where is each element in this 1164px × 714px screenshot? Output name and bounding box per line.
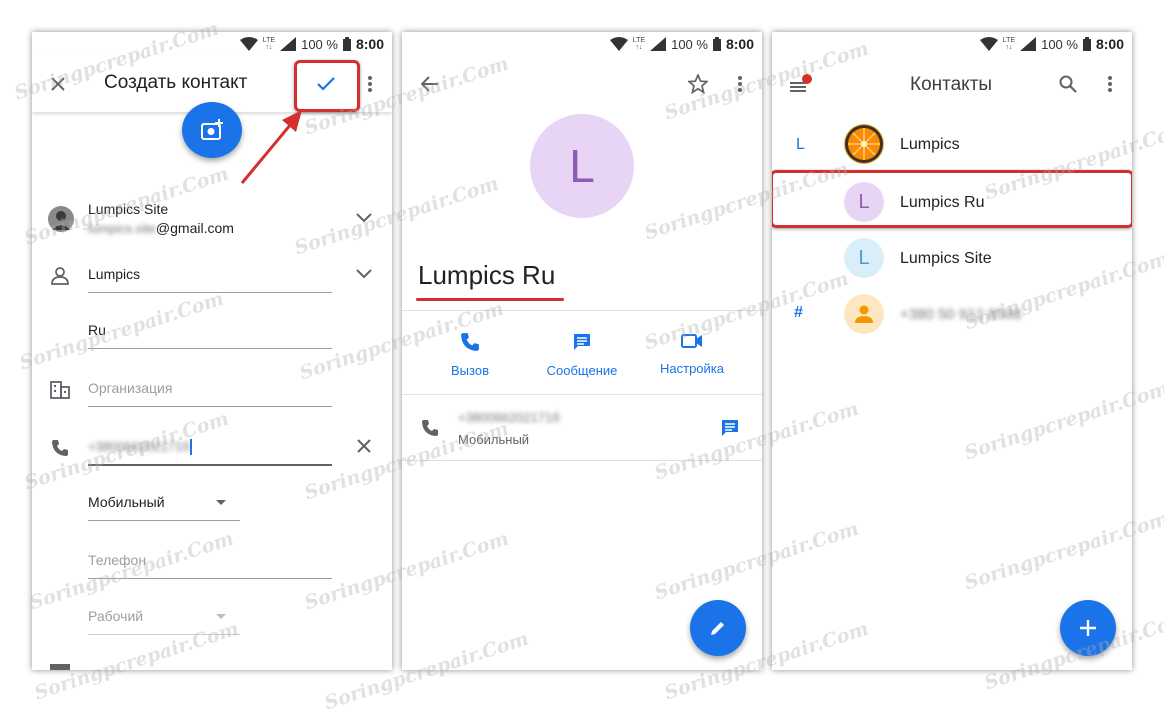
battery-icon	[1082, 37, 1091, 51]
divider	[402, 310, 762, 311]
contact-name: Lumpics Ru	[418, 260, 556, 290]
edit-contact-button[interactable]	[690, 600, 746, 656]
contact-detail-screen: LTE ↑↓ 100 % 8:00 L Lumpics Ru Вызов Сооб…	[402, 32, 762, 670]
status-bar: LTE ↑↓ 100 % 8:00	[402, 32, 762, 56]
phone-icon	[48, 436, 72, 460]
lte-indicator: LTE ↑↓	[262, 37, 276, 51]
video-action-button[interactable]: Настройка	[642, 332, 742, 376]
page-title: Создать контакт	[104, 72, 248, 93]
highlight-new-contact	[772, 170, 1132, 228]
avatar	[844, 124, 884, 164]
wifi-icon	[979, 37, 998, 51]
contact-name: Lumpics	[900, 136, 960, 153]
lte-indicator: LTE ↑↓	[1002, 37, 1016, 51]
account-email: lumpics.site@gmail.com	[88, 220, 234, 236]
dropdown-arrow-icon[interactable]	[216, 614, 226, 619]
status-bar: LTE ↑↓ 100 % 8:00	[32, 32, 392, 56]
phone2-field[interactable]: Телефон	[88, 552, 146, 568]
battery-icon	[712, 37, 721, 51]
business-icon	[48, 378, 72, 402]
divider	[88, 406, 332, 407]
pointer-arrow	[240, 110, 302, 184]
clock: 8:00	[725, 36, 754, 52]
page-title: Контакты	[910, 74, 993, 95]
plus-icon	[1080, 620, 1096, 636]
lte-indicator: LTE ↑↓	[632, 37, 646, 51]
call-action-label: Вызов	[451, 363, 489, 378]
chevron-down-icon[interactable]	[352, 206, 376, 230]
active-field-line	[88, 464, 332, 466]
contact-name: Lumpics Site	[900, 250, 992, 267]
person-icon	[855, 305, 873, 323]
divider	[88, 578, 332, 579]
call-action-button[interactable]: Вызов	[420, 332, 520, 378]
sms-icon[interactable]	[718, 416, 742, 440]
list-item[interactable]: +380 50 912 8598	[772, 292, 1132, 348]
videocam-icon	[681, 334, 702, 348]
more-vert-icon[interactable]	[730, 72, 750, 96]
star-icon[interactable]	[686, 72, 710, 96]
phone-type: Мобильный	[458, 432, 530, 447]
avatar: L	[844, 238, 884, 278]
wifi-icon	[609, 37, 628, 51]
message-icon	[574, 334, 590, 350]
message-action-button[interactable]: Сообщение	[532, 332, 632, 378]
clock: 8:00	[1095, 36, 1124, 52]
divider	[88, 634, 240, 635]
more-vert-icon[interactable]	[1100, 72, 1120, 96]
list-item[interactable]: L Lumpics Site	[772, 236, 1132, 292]
phone-field[interactable]: +380066202171б	[88, 438, 192, 456]
wifi-icon	[239, 37, 258, 51]
divider	[402, 394, 762, 395]
divider	[88, 348, 332, 349]
signal-icon	[650, 37, 667, 51]
person-icon	[48, 264, 72, 288]
contacts-list-screen: LTE ↑↓ 100 % 8:00 Контакты L # Lumpics L …	[772, 32, 1132, 670]
contact-avatar: L	[530, 114, 634, 218]
email-icon	[50, 664, 70, 670]
battery-percent: 100 %	[1041, 36, 1078, 52]
search-icon[interactable]	[1056, 72, 1080, 96]
chevron-down-icon[interactable]	[352, 262, 376, 286]
phone2-type-select[interactable]: Рабочий	[88, 608, 143, 624]
phone-icon	[418, 416, 442, 440]
name-underline-highlight	[416, 298, 564, 301]
phone-icon	[461, 333, 479, 351]
phone-number[interactable]: +380066202171б	[458, 410, 560, 425]
video-action-label: Настройка	[660, 361, 724, 376]
battery-percent: 100 %	[671, 36, 708, 52]
clear-icon[interactable]	[352, 434, 376, 458]
account-avatar	[48, 206, 74, 232]
back-arrow-icon[interactable]	[418, 72, 442, 96]
divider	[402, 460, 762, 461]
avatar	[844, 294, 884, 334]
account-name: Lumpics Site	[88, 201, 169, 217]
last-name-field[interactable]: Ru	[88, 322, 106, 338]
message-action-label: Сообщение	[546, 363, 618, 378]
create-contact-screen: LTE ↑↓ 100 % 8:00 Создать контакт Lumpics…	[32, 32, 392, 670]
organization-field[interactable]: Организация	[88, 380, 172, 396]
battery-percent: 100 %	[301, 36, 338, 52]
add-photo-icon	[201, 119, 223, 140]
contact-name: +380 50 912 8598	[900, 306, 1022, 323]
pencil-icon	[711, 622, 724, 635]
signal-icon	[280, 37, 297, 51]
signal-icon	[1020, 37, 1037, 51]
battery-icon	[342, 37, 351, 51]
clock: 8:00	[355, 36, 384, 52]
phone-type-select[interactable]: Мобильный	[88, 494, 165, 510]
dropdown-arrow-icon[interactable]	[216, 500, 226, 505]
more-vert-icon[interactable]	[360, 72, 380, 96]
divider	[88, 292, 332, 293]
highlight-save	[294, 60, 360, 112]
menu-icon[interactable]	[788, 72, 814, 96]
divider	[88, 520, 240, 521]
first-name-field[interactable]: Lumpics	[88, 266, 140, 282]
add-contact-button[interactable]	[1060, 600, 1116, 656]
status-bar: LTE ↑↓ 100 % 8:00	[772, 32, 1132, 56]
add-photo-button[interactable]	[182, 102, 242, 158]
close-icon[interactable]	[46, 72, 70, 96]
